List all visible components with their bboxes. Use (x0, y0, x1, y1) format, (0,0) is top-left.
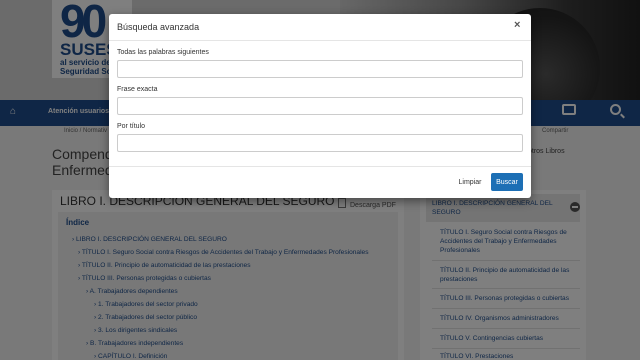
by-title-input[interactable] (117, 134, 523, 152)
divider (109, 40, 531, 41)
search-button[interactable]: Buscar (491, 173, 523, 191)
divider (109, 166, 531, 167)
close-icon[interactable]: × (514, 19, 520, 31)
by-title-label: Por título (117, 123, 146, 130)
all-words-input[interactable] (117, 60, 523, 78)
advanced-search-dialog: Búsqueda avanzada × Todas las palabras s… (109, 14, 531, 198)
all-words-label: Todas las palabras siguientes (117, 49, 209, 56)
exact-phrase-label: Frase exacta (117, 86, 158, 93)
clear-button[interactable]: Limpiar (452, 173, 488, 191)
exact-phrase-input[interactable] (117, 97, 523, 115)
modal-title: Búsqueda avanzada (117, 22, 200, 32)
